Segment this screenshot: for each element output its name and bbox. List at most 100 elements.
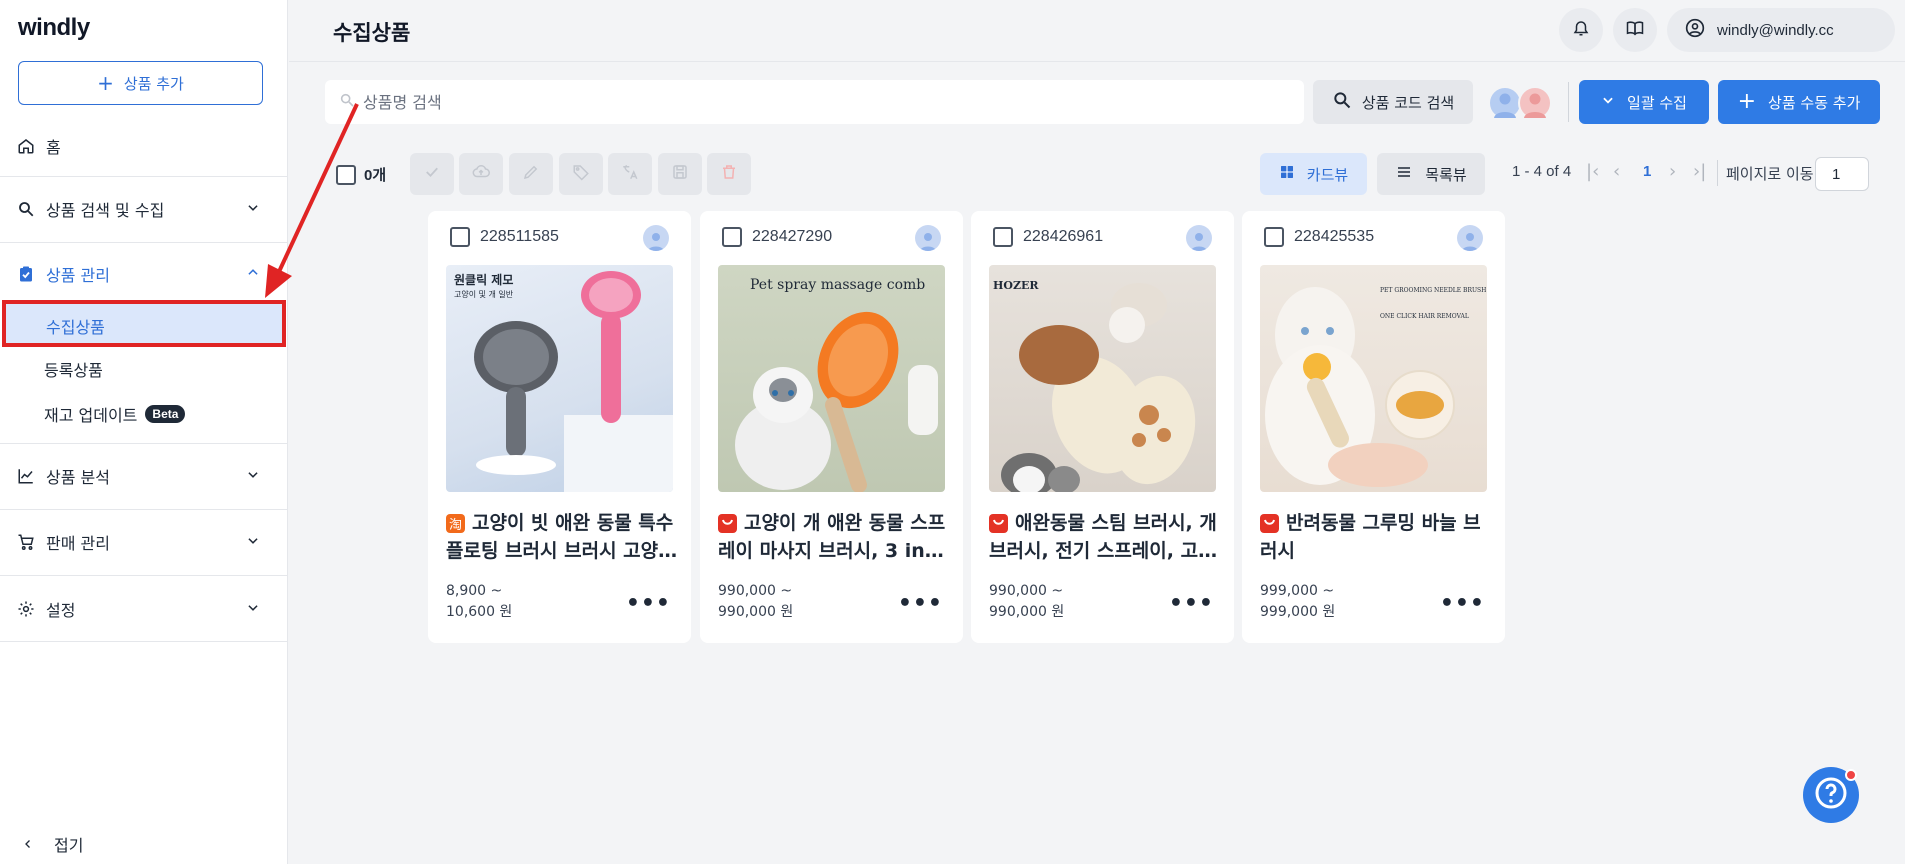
product-image: Pet spray massage comb: [718, 265, 945, 492]
delete-button[interactable]: [707, 153, 751, 195]
next-page-icon[interactable]: ›: [1669, 161, 1676, 182]
divider: [0, 443, 288, 444]
chart-line-icon: [16, 466, 36, 486]
checkbox[interactable]: [450, 227, 470, 247]
sidebar-sub-item-label: 수집상품: [46, 318, 105, 337]
product-title[interactable]: 애완동물 스팀 브러시, 개 브러시, 전기 스프레이, 고양이 빗: [989, 509, 1221, 565]
goto-page-input[interactable]: 1: [1815, 157, 1869, 191]
sidebar-item-analysis[interactable]: 상품 분석: [0, 464, 288, 488]
plus-icon: +: [97, 71, 114, 95]
prev-page-icon[interactable]: ‹: [1613, 161, 1620, 182]
notification-button[interactable]: [1559, 8, 1603, 52]
sidebar-item-product-management[interactable]: 상품 관리: [0, 262, 288, 286]
chevron-left-icon: [22, 835, 34, 854]
search-input[interactable]: [363, 92, 1263, 112]
more-options-icon[interactable]: •••: [1440, 591, 1485, 616]
price-min: 8,900 ~: [446, 583, 503, 599]
sidebar-sub-item-label: 등록상품: [44, 361, 103, 380]
grid-icon: [1279, 164, 1295, 184]
check-icon: [423, 163, 441, 185]
goto-page-label: 페이지로 이동: [1726, 165, 1814, 183]
top-header: 수집상품 windly@windly.cc: [289, 0, 1905, 62]
cloud-upload-icon: [471, 163, 491, 185]
product-name-search[interactable]: [325, 80, 1304, 124]
translate-button[interactable]: [608, 153, 652, 195]
plus-icon: +: [1737, 89, 1757, 114]
first-page-icon[interactable]: |‹: [1586, 161, 1599, 182]
goto-page-value: 1: [1832, 165, 1841, 183]
checkbox[interactable]: [722, 227, 742, 247]
product-card[interactable]: 228427290 Pet spray massage comb 고양이 개 애…: [700, 211, 963, 643]
add-product-button[interactable]: + 상품 추가: [18, 61, 263, 105]
price-min: 990,000 ~: [718, 583, 793, 599]
upload-button[interactable]: [459, 153, 503, 195]
list-view-button[interactable]: 목록뷰: [1377, 153, 1485, 195]
sidebar-item-home[interactable]: 홈: [0, 134, 288, 158]
bell-icon: [1572, 19, 1590, 41]
app-logo: windly: [18, 14, 90, 41]
product-id: 228425535: [1294, 228, 1375, 245]
more-options-icon[interactable]: •••: [898, 591, 943, 616]
avatar: [1457, 225, 1483, 251]
confirm-action-button[interactable]: [410, 153, 454, 195]
checkbox[interactable]: [993, 227, 1013, 247]
checkbox[interactable]: [336, 164, 356, 185]
product-image: 원클릭 제모 고양이 및 개 일반: [446, 265, 673, 492]
sidebar-item-sales[interactable]: 판매 관리: [0, 530, 288, 554]
sidebar-sub-item-label: 재고 업데이트: [44, 406, 138, 425]
product-price: 990,000 ~ 990,000 원: [989, 581, 1064, 623]
clipboard-check-icon: [16, 264, 36, 284]
product-price: 990,000 ~ 990,000 원: [718, 581, 793, 623]
price-min: 999,000 ~: [1260, 583, 1335, 599]
user-avatars[interactable]: [1488, 86, 1556, 120]
sidebar-item-settings[interactable]: 설정: [0, 597, 288, 621]
product-card[interactable]: 228425535 PET GROOMING NEEDLE BRUSH ONE …: [1242, 211, 1505, 643]
bulk-collect-button[interactable]: 일괄 수집: [1579, 80, 1709, 124]
search-icon: [339, 92, 355, 112]
account-button[interactable]: windly@windly.cc: [1667, 8, 1895, 52]
sidebar-item-search-collect[interactable]: 상품 검색 및 수집: [0, 197, 288, 221]
product-image: PET GROOMING NEEDLE BRUSH ONE CLICK HAIR…: [1260, 265, 1487, 492]
trash-icon: [720, 163, 738, 185]
manual-add-label: 상품 수동 추가: [1768, 93, 1861, 112]
product-code-search-button[interactable]: 상품 코드 검색: [1313, 80, 1473, 124]
guide-button[interactable]: [1613, 8, 1657, 52]
manual-add-button[interactable]: + 상품 수동 추가: [1718, 80, 1880, 124]
edit-button[interactable]: [509, 153, 553, 195]
product-id: 228426961: [1023, 228, 1104, 245]
product-title[interactable]: 반려동물 그루밍 바늘 브러시: [1260, 509, 1492, 565]
sidebar-item-label: 상품 분석: [46, 468, 110, 487]
more-options-icon[interactable]: •••: [1169, 591, 1214, 616]
chevron-down-icon: [1601, 93, 1615, 111]
gear-icon: [16, 599, 36, 619]
current-page[interactable]: 1: [1643, 163, 1651, 180]
sidebar-sub-item-registered[interactable]: 등록상품: [44, 357, 103, 381]
product-title[interactable]: 고양이 개 애완 동물 스프레이 마사지 브러시, 3 in 1 증기 브러시: [718, 509, 950, 565]
notification-dot: [1845, 769, 1857, 781]
chevron-down-icon: [246, 200, 260, 219]
card-view-button[interactable]: 카드뷰: [1260, 153, 1367, 195]
tag-button[interactable]: [559, 153, 603, 195]
product-title[interactable]: 고양이 빗 애완 동물 특수 플로팅 브러시 브러시 고양이 털 제거: [446, 509, 678, 565]
divider: [0, 509, 288, 510]
pagination-range: 1 - 4 of 4: [1512, 163, 1572, 180]
product-price: 999,000 ~ 999,000 원: [1260, 581, 1335, 623]
sidebar-sub-item-stock-update[interactable]: 재고 업데이트 Beta: [44, 402, 186, 426]
collapse-sidebar-button[interactable]: 접기: [22, 832, 83, 856]
list-view-label: 목록뷰: [1425, 165, 1467, 184]
book-open-icon: [1625, 19, 1645, 41]
more-options-icon[interactable]: •••: [626, 591, 671, 616]
checkbox[interactable]: [1264, 227, 1284, 247]
last-page-icon[interactable]: ›|: [1693, 161, 1706, 182]
price-max: 999,000 원: [1260, 604, 1336, 620]
divider: [0, 176, 288, 177]
sidebar-sub-item-collected[interactable]: 수집상품: [2, 300, 286, 347]
product-card[interactable]: 228511585 원클릭 제모 고양이 및 개 일반 淘 고양이 빗 애완 동…: [428, 211, 691, 643]
page-title: 수집상품: [333, 21, 411, 45]
select-all-checkbox[interactable]: 0개: [336, 164, 386, 185]
save-button[interactable]: [658, 153, 702, 195]
product-card[interactable]: 228426961 HOZER 애완동물 스팀 브러시, 개 브러시, 전기 스…: [971, 211, 1234, 643]
help-button[interactable]: [1803, 767, 1859, 823]
search-icon: [1332, 90, 1352, 114]
chevron-up-icon: [246, 265, 260, 284]
